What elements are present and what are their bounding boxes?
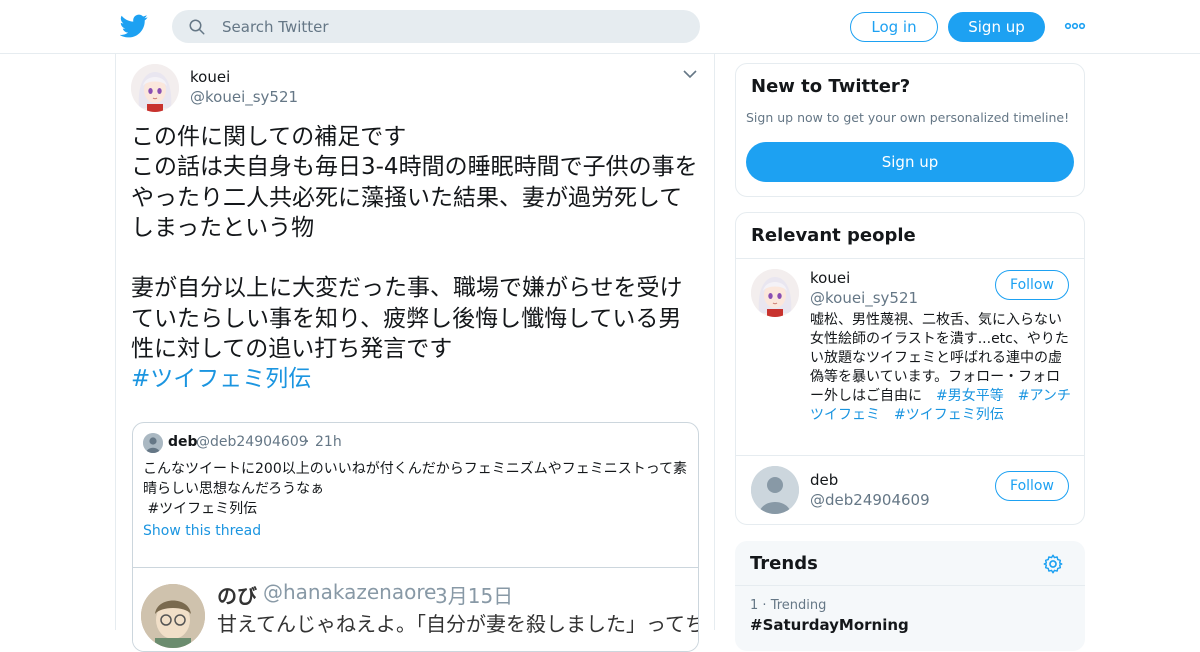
tweet-body-text: この件に関しての補足です この話は夫自身も毎日3-4時間の睡眠時間で子供の事をや…: [131, 124, 698, 363]
avatar[interactable]: [751, 269, 799, 317]
card-title: New to Twitter?: [751, 76, 911, 97]
avatar-illustration: [131, 64, 179, 112]
avatar[interactable]: [131, 64, 179, 112]
trend-meta: 1 · Trending: [750, 598, 826, 613]
screenshot-separator-dot: ·: [423, 580, 430, 604]
top-navigation-bar: Log in Sign up: [0, 0, 1200, 54]
person-name[interactable]: deb: [810, 471, 838, 489]
quoted-screenshot-image[interactable]: のび @hanakazenaore · 3月15日 甘えてんじゃねえよ。「自分が…: [133, 567, 699, 651]
follow-button[interactable]: Follow: [995, 471, 1069, 501]
trend-label: Trending: [770, 598, 827, 613]
show-thread-link[interactable]: Show this thread: [143, 523, 261, 539]
quoted-timestamp[interactable]: 21h: [315, 434, 342, 450]
bio-hashtag-link[interactable]: #ツイフェミ列伝: [894, 407, 1004, 423]
quoted-tweet[interactable]: deb @deb24904609 · 21h こんなツイートに200以上のいいね…: [132, 422, 699, 652]
separator-dot: ·: [762, 598, 767, 613]
divider: [736, 455, 1084, 456]
person-handle[interactable]: @kouei_sy521: [810, 289, 918, 307]
card-subtitle: Sign up now to get your own personalized…: [746, 110, 1070, 125]
card-header: Relevant people: [736, 213, 1084, 259]
card-header: Trends: [735, 541, 1085, 586]
card-title: Relevant people: [751, 225, 916, 246]
default-avatar-icon: [751, 466, 799, 514]
tweet-hashtag-link[interactable]: #ツイフェミ列伝: [131, 366, 311, 392]
tweet-column: kouei @kouei_sy521 この件に関しての補足です この話は夫自身も…: [115, 54, 715, 652]
person-name[interactable]: kouei: [810, 269, 850, 287]
quoted-tweet-text: こんなツイートに200以上のいいねが付くんだからフェミニズムやフェミニストって素…: [143, 461, 688, 517]
person-bio: 嘘松、男性蔑視、二枚舌、気に入らない女性絵師のイラストを潰す...etc、やりた…: [810, 311, 1072, 425]
trends-card: Trends 1 · Trending #SaturdayMorning: [735, 541, 1085, 651]
avatar[interactable]: [751, 466, 799, 514]
bio-hashtag-link[interactable]: #男女平等: [936, 388, 1004, 404]
login-button[interactable]: Log in: [850, 12, 938, 42]
trend-name-link[interactable]: #SaturdayMorning: [750, 616, 909, 634]
screenshot-date: 3月15日: [435, 584, 514, 608]
quoted-author-handle[interactable]: @deb24904609: [196, 434, 308, 450]
search-input[interactable]: [222, 10, 682, 43]
follow-button[interactable]: Follow: [995, 270, 1069, 300]
signup-button[interactable]: Sign up: [948, 12, 1045, 42]
screenshot-text: 甘えてんじゃねえよ。「自分が妻を殺しました」ってち: [217, 612, 699, 636]
search-box[interactable]: [172, 10, 700, 43]
screenshot-avatar-illustration: [141, 584, 205, 648]
screenshot-author-name: のび: [217, 584, 257, 608]
tweet-author-handle[interactable]: @kouei_sy521: [190, 88, 298, 106]
sidebar-signup-button[interactable]: Sign up: [746, 142, 1074, 182]
tweet-text: この件に関しての補足です この話は夫自身も毎日3-4時間の睡眠時間で子供の事をや…: [131, 122, 701, 395]
screenshot-avatar: [141, 584, 205, 648]
settings-gear-icon[interactable]: [1042, 553, 1064, 575]
person-handle[interactable]: @deb24904609: [810, 491, 930, 509]
more-dots-icon[interactable]: [1064, 16, 1086, 36]
screenshot-author-handle: @hanakazenaore: [263, 580, 437, 604]
card-title: Trends: [750, 553, 818, 574]
trend-rank: 1: [750, 598, 759, 613]
default-avatar-icon: [143, 433, 163, 453]
relevant-people-card: Relevant people kouei @kouei_sy521 Follo…: [735, 212, 1085, 525]
separator-dot: ·: [305, 434, 310, 450]
quoted-author-name[interactable]: deb: [168, 434, 198, 450]
avatar[interactable]: [143, 433, 163, 453]
new-to-twitter-card: New to Twitter? Sign up now to get your …: [735, 63, 1085, 197]
avatar-illustration: [751, 269, 799, 317]
search-icon: [189, 19, 205, 35]
chevron-down-icon[interactable]: [682, 68, 698, 80]
twitter-bird-icon[interactable]: [120, 12, 148, 40]
tweet-author-name[interactable]: kouei: [190, 68, 230, 86]
